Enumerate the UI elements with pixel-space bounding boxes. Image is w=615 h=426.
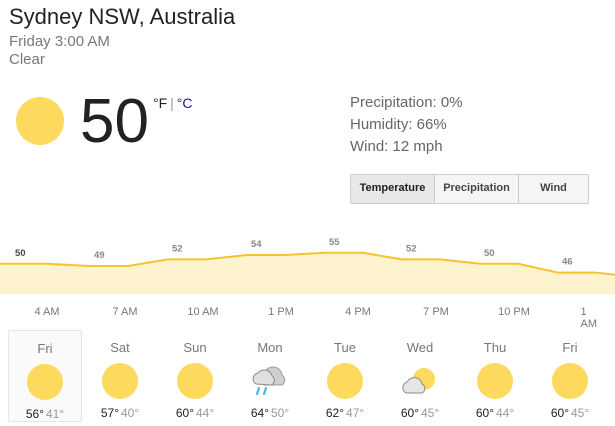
low-temp: 41° (46, 407, 65, 421)
sun-icon (25, 362, 65, 402)
weather-details: Precipitation: 0% Humidity: 66% Wind: 12… (350, 92, 463, 158)
day-temps: 56° 41° (9, 407, 81, 421)
time-label: 4 AM (34, 306, 60, 318)
chart-value-label: 50 (15, 248, 26, 259)
sun-icon (175, 361, 215, 401)
high-temp: 60° (550, 406, 569, 420)
location-title: Sydney NSW, Australia (9, 4, 236, 29)
time-label: 7 AM (112, 306, 138, 318)
day-name: Tue (334, 340, 356, 355)
chart-tabs: Temperature Precipitation Wind (350, 174, 589, 204)
current-temperature: 50 (80, 87, 149, 156)
chart-value-label: 50 (484, 248, 495, 259)
chart-value-label: 49 (94, 250, 105, 261)
chart-value-label: 55 (329, 237, 340, 248)
chart-value-label: 54 (251, 239, 262, 250)
low-temp: 45° (571, 406, 590, 420)
fahrenheit-unit[interactable]: °F (153, 95, 167, 111)
high-temp: 60° (175, 406, 194, 420)
low-temp: 40° (121, 406, 140, 420)
chart-value-label: 52 (172, 243, 183, 254)
day-name: Mon (257, 340, 283, 355)
low-temp: 45° (421, 406, 440, 420)
forecast-day[interactable]: Fri 56° 41° (8, 330, 82, 422)
rain-cloud-icon (250, 361, 290, 401)
sun-icon (100, 361, 140, 401)
sun-icon (16, 97, 64, 145)
partly-cloudy-icon (400, 361, 440, 401)
day-temps: 60° 45° (533, 406, 607, 420)
tab-precipitation[interactable]: Precipitation (434, 175, 518, 203)
forecast-day[interactable]: Fri 60° 45° (533, 330, 607, 422)
sun-icon (325, 361, 365, 401)
time-label: 7 PM (423, 306, 449, 318)
day-name: Sun (183, 340, 207, 355)
day-name: Sat (110, 340, 130, 355)
humidity-detail: Humidity: 66% (350, 116, 447, 133)
day-name: Thu (483, 340, 507, 355)
low-temp: 50° (271, 406, 290, 420)
day-name: Fri (562, 340, 578, 355)
day-name: Wed (406, 340, 434, 355)
time-label: 1 PM (268, 306, 294, 318)
time-label: 1 AM (580, 306, 598, 330)
sun-icon (550, 361, 590, 401)
high-temp: 57° (100, 406, 119, 420)
day-name: Fri (37, 341, 53, 356)
high-temp: 56° (25, 407, 44, 421)
time-axis: 4 AM 7 AM 10 AM 1 PM 4 PM 7 PM 10 PM 1 A… (0, 306, 615, 330)
forecast-day[interactable]: Thu 60° 44° (458, 330, 532, 422)
time-label: 4 PM (345, 306, 371, 318)
low-temp: 44° (496, 406, 515, 420)
date-time: Friday 3:00 AM (9, 33, 110, 50)
wind-detail: Wind: 12 mph (350, 138, 443, 155)
forecast-day[interactable]: Sat 57° 40° (83, 330, 157, 422)
day-temps: 62° 47° (308, 406, 382, 420)
low-temp: 44° (196, 406, 215, 420)
tab-wind[interactable]: Wind (518, 175, 588, 203)
day-temps: 57° 40° (83, 406, 157, 420)
forecast-day[interactable]: Mon 64° 50° (233, 330, 307, 422)
unit-toggle: °F | °C (153, 95, 193, 111)
temperature-chart: 50 49 52 54 55 52 50 46 (0, 237, 615, 294)
day-temps: 60° 44° (458, 406, 532, 420)
chart-value-label: 46 (562, 257, 573, 268)
chart-area (0, 252, 615, 294)
forecast-day[interactable]: Sun 60° 44° (158, 330, 232, 422)
sun-icon (475, 361, 515, 401)
precipitation-detail: Precipitation: 0% (350, 94, 463, 111)
time-label: 10 AM (187, 306, 219, 318)
day-temps: 64° 50° (233, 406, 307, 420)
low-temp: 47° (346, 406, 365, 420)
high-temp: 60° (475, 406, 494, 420)
tab-temperature[interactable]: Temperature (351, 175, 434, 203)
chart-value-label: 52 (406, 243, 417, 254)
day-temps: 60° 45° (383, 406, 457, 420)
time-label: 10 PM (498, 306, 530, 318)
forecast-day[interactable]: Wed 60° 45° (383, 330, 457, 422)
daily-forecast: Fri 56° 41° Sat 57° 40° Sun 60° 44° Mon 64°… (8, 330, 608, 422)
day-temps: 60° 44° (158, 406, 232, 420)
high-temp: 64° (250, 406, 269, 420)
unit-separator: | (170, 95, 174, 111)
forecast-day[interactable]: Tue 62° 47° (308, 330, 382, 422)
high-temp: 60° (400, 406, 419, 420)
celsius-unit-link[interactable]: °C (177, 95, 193, 111)
condition-text: Clear (9, 51, 45, 68)
high-temp: 62° (325, 406, 344, 420)
